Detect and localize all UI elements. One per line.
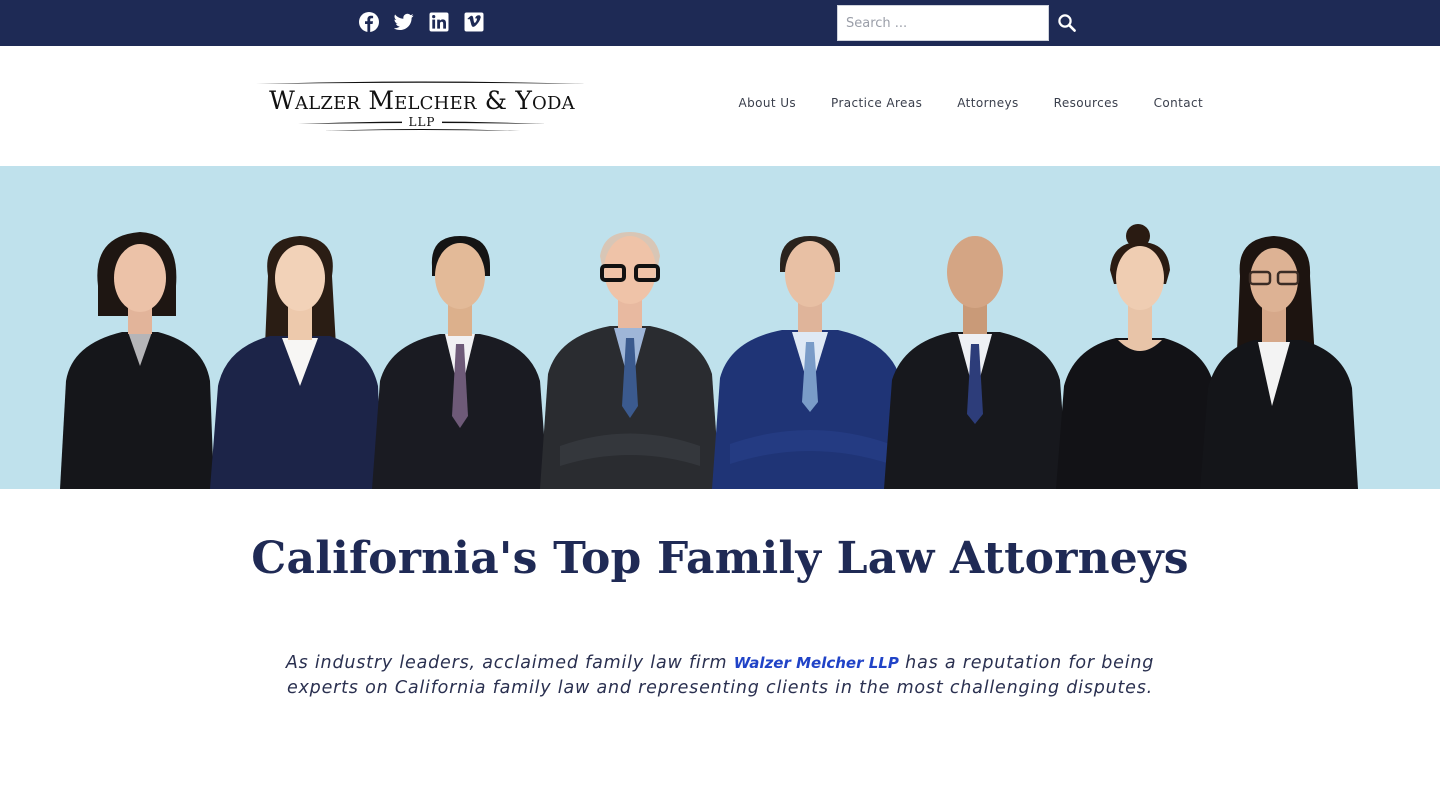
team-photo [60,224,1358,489]
hero-team-photo [0,166,1440,489]
intro-text-start: As industry leaders, acclaimed family la… [285,653,734,673]
site-logo[interactable]: Walzer Melcher & Yoda LLP [254,78,590,134]
person-8 [1200,236,1358,489]
person-5 [712,236,906,489]
linkedin-icon[interactable] [429,12,449,32]
social-links [359,12,484,32]
top-bar [0,0,1440,46]
logo-wordmark: Walzer Melcher & Yoda [269,86,575,115]
person-1 [60,232,214,489]
nav-contact[interactable]: Contact [1136,96,1221,110]
twitter-icon[interactable] [394,12,414,32]
nav-practice-areas[interactable]: Practice Areas [814,96,940,110]
nav-resources[interactable]: Resources [1036,96,1136,110]
nav-attorneys[interactable]: Attorneys [940,96,1036,110]
person-6 [884,236,1068,489]
facebook-icon[interactable] [359,12,379,32]
page-title: California's Top Family Law Attorneys [251,533,1189,584]
search-icon [1058,14,1076,32]
logo-suffix: LLP [402,115,442,129]
person-4 [540,232,720,489]
intro-paragraph: As industry leaders, acclaimed family la… [270,651,1170,701]
vimeo-icon[interactable] [464,12,484,32]
nav-about-us[interactable]: About Us [721,96,814,110]
site-header: Walzer Melcher & Yoda LLP About Us Pract… [0,46,1440,166]
search-input[interactable] [837,5,1049,41]
search-form [837,5,1085,41]
person-7 [1056,224,1220,489]
person-2 [210,236,382,489]
search-button[interactable] [1049,5,1085,41]
person-3 [372,236,548,489]
main-nav: About Us Practice Areas Attorneys Resour… [721,96,1221,110]
firm-link[interactable]: Walzer Melcher LLP [734,654,899,672]
